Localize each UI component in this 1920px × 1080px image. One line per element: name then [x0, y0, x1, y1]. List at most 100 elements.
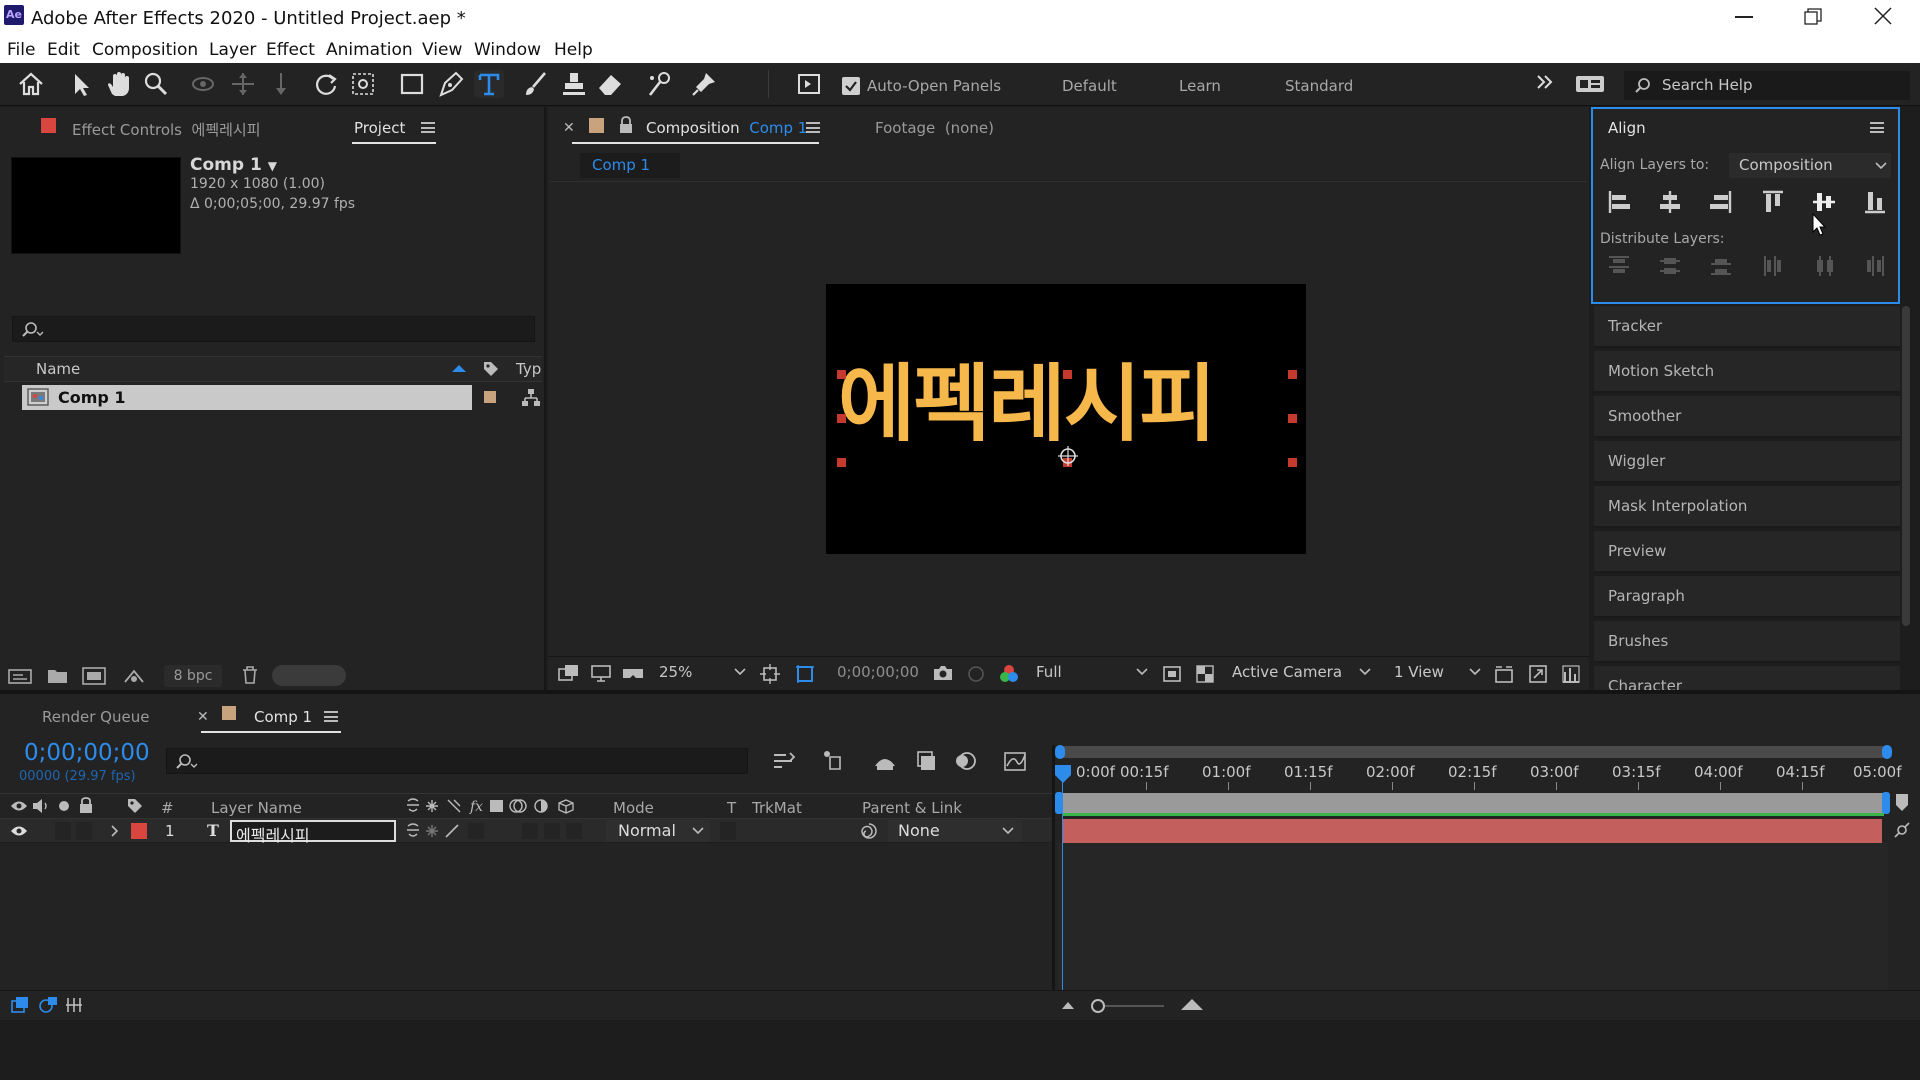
panel-brushes[interactable]: Brushes [1594, 621, 1900, 663]
layer-duration-bar[interactable] [1062, 819, 1882, 843]
panel-preview[interactable]: Preview [1594, 531, 1900, 573]
chevron-down-icon[interactable] [1359, 668, 1371, 676]
col-name-header[interactable]: Name [36, 360, 80, 378]
search-help-field[interactable]: Search Help [1624, 71, 1910, 100]
comp-timecode[interactable]: 0;00;00;00 [837, 663, 919, 681]
timeline-current-time[interactable]: 0;00;00;00 [24, 740, 150, 766]
tab-timeline-comp[interactable]: Comp 1 [254, 708, 312, 726]
comp-info-name[interactable]: Comp 1 ▼ [190, 155, 277, 175]
menu-animation[interactable]: Animation [326, 40, 413, 60]
zoom-in-mountain-icon[interactable] [1180, 997, 1204, 1011]
tab-render-queue[interactable]: Render Queue [42, 708, 149, 726]
workspace-standard[interactable]: Standard [1285, 77, 1353, 95]
interpret-footage-icon[interactable] [8, 667, 32, 685]
col-layer-name-header[interactable]: Layer Name [211, 799, 302, 817]
distribute-vcenter-icon[interactable] [1657, 252, 1683, 280]
transfer-controls-toggle-icon[interactable] [38, 996, 58, 1014]
label-column-tag-icon[interactable] [126, 797, 144, 815]
align-bottom-icon[interactable] [1862, 188, 1888, 216]
distribute-left-icon[interactable] [1760, 252, 1786, 280]
zoom-out-mountain-icon[interactable] [1061, 1000, 1075, 1010]
tab-composition[interactable]: Composition Comp 1 [646, 119, 807, 137]
orbit-tool-icon[interactable] [188, 70, 218, 98]
align-panel-menu-icon[interactable] [1870, 122, 1884, 133]
graph-editor-icon[interactable] [1003, 750, 1027, 772]
dolly-tool-icon[interactable] [266, 70, 296, 98]
frame-blending-icon[interactable] [914, 750, 938, 772]
trash-icon[interactable] [240, 665, 260, 685]
flowchart-icon[interactable] [122, 667, 146, 685]
new-composition-icon[interactable] [82, 667, 106, 685]
type-tool-icon[interactable] [474, 70, 504, 98]
layer-lock-switch[interactable] [76, 822, 92, 840]
workspace-learn[interactable]: Learn [1179, 77, 1221, 95]
bpc-button[interactable]: 8 bpc [164, 665, 222, 687]
align-panel-title[interactable]: Align [1608, 119, 1646, 137]
panel-toggle-icon[interactable] [794, 70, 824, 98]
composition-panel-menu-icon[interactable] [806, 122, 820, 133]
comp-breadcrumb[interactable]: Comp 1 [580, 153, 680, 178]
comp-work-area-track[interactable] [1058, 793, 1888, 813]
auto-open-checkbox[interactable] [842, 77, 860, 95]
side-panels-scrollbar[interactable] [1902, 306, 1910, 626]
menu-window[interactable]: Window [474, 40, 541, 60]
pen-tool-icon[interactable] [436, 70, 466, 98]
align-left-icon[interactable] [1606, 188, 1632, 216]
chevron-down-icon[interactable]: ▼ [268, 159, 277, 173]
monitor-icon[interactable] [590, 664, 612, 682]
workspace-default[interactable]: Default [1062, 77, 1117, 95]
minimize-icon[interactable] [1735, 16, 1753, 18]
rectangle-tool-icon[interactable] [398, 70, 428, 98]
hide-shy-layers-icon[interactable] [872, 750, 898, 772]
transparency-grid-icon[interactable] [795, 664, 815, 684]
current-time-indicator[interactable] [1062, 766, 1063, 991]
camera-dropdown[interactable]: Active Camera [1232, 663, 1342, 681]
sort-up-icon[interactable] [451, 363, 467, 373]
menu-layer[interactable]: Layer [209, 40, 256, 60]
eye-icon[interactable] [10, 799, 28, 813]
in-out-toggle-icon[interactable] [64, 996, 84, 1014]
pick-whip-icon[interactable] [859, 821, 879, 841]
clone-stamp-tool-icon[interactable] [559, 70, 589, 98]
distribute-top-icon[interactable] [1606, 252, 1632, 280]
layer-visibility-eye-icon[interactable] [10, 824, 28, 838]
layer-expand-chevron-icon[interactable] [110, 825, 120, 837]
col-type-header[interactable]: Typ [516, 360, 541, 378]
timeline-toggle-icon[interactable] [1561, 664, 1581, 684]
panel-wiggler[interactable]: Wiggler [1594, 441, 1900, 483]
layer-label-color[interactable] [131, 823, 147, 839]
distribute-right-icon[interactable] [1862, 252, 1888, 280]
lock-column-icon[interactable] [79, 797, 93, 814]
restore-icon[interactable] [1804, 8, 1822, 26]
menu-view[interactable]: View [422, 40, 462, 60]
motion-blur-icon[interactable] [953, 750, 977, 772]
checkerboard-icon[interactable] [1195, 664, 1215, 684]
hand-tool-icon[interactable] [103, 70, 133, 98]
layer-preserve-transparency[interactable] [720, 822, 736, 840]
layer-end-flow-icon[interactable] [1893, 821, 1911, 839]
work-area-end-handle[interactable] [1882, 745, 1892, 759]
layer-name-field[interactable]: 에펙레시피 [230, 820, 396, 845]
col-parent-header[interactable]: Parent & Link [862, 799, 962, 817]
align-top-icon[interactable] [1760, 188, 1786, 216]
align-to-dropdown[interactable]: Composition [1729, 153, 1891, 178]
align-hcenter-icon[interactable] [1657, 188, 1683, 216]
project-search-input[interactable] [12, 316, 535, 342]
align-right-icon[interactable] [1708, 188, 1734, 216]
toggle-pixel-aspect-icon[interactable] [1494, 664, 1514, 684]
panel-character[interactable]: Character [1594, 666, 1900, 690]
chevron-down-icon[interactable] [1469, 668, 1481, 676]
rotate-tool-icon[interactable] [311, 70, 341, 98]
views-dropdown[interactable]: 1 View [1394, 663, 1444, 681]
panel-motion-sketch[interactable]: Motion Sketch [1594, 351, 1900, 393]
zoom-dropdown[interactable]: 25% [659, 663, 692, 681]
close-tab-icon[interactable]: ✕ [197, 709, 209, 725]
workspaces-overflow-icon[interactable] [1535, 73, 1555, 91]
layer-mode-dropdown[interactable]: Normal [606, 820, 710, 842]
show-snapshot-icon[interactable] [966, 664, 986, 684]
timeline-zoom-knob[interactable] [1091, 999, 1105, 1013]
layer-audio-switch[interactable] [55, 822, 71, 840]
menu-file[interactable]: File [7, 40, 35, 60]
fast-previews-icon[interactable] [1528, 664, 1548, 684]
solo-icon[interactable] [58, 800, 70, 812]
